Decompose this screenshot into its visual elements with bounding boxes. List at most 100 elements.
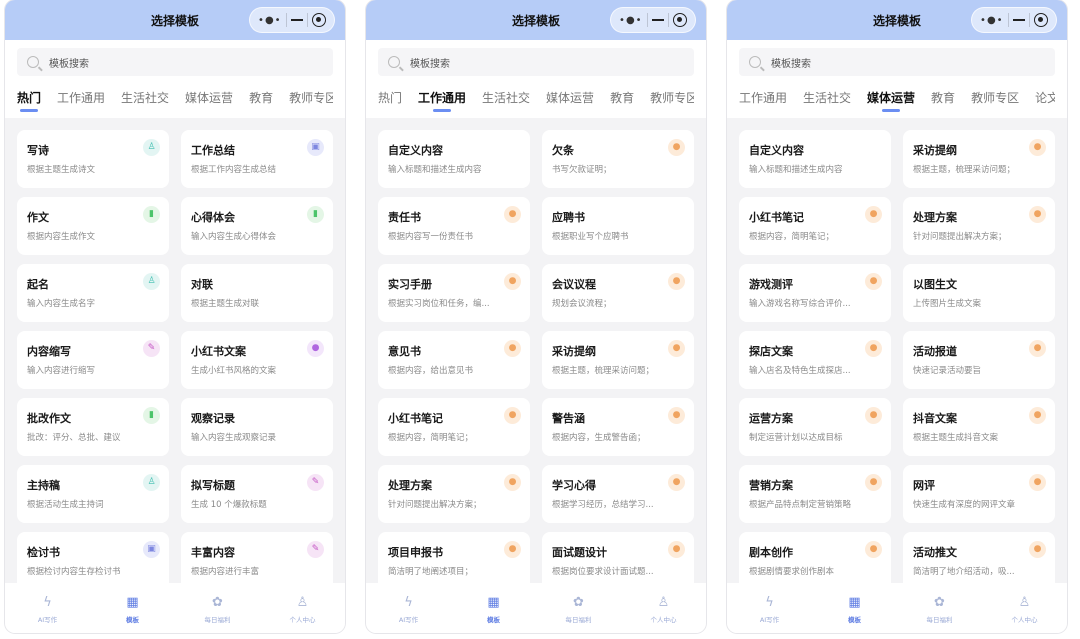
nav-item[interactable]: ✿ 每日福利 [549,595,609,624]
template-card[interactable]: 活动报道 快速记录活动要旨 ● [903,331,1055,389]
grid-icon: ▦ [487,594,500,610]
template-card[interactable]: 丰富内容 根据内容进行丰富 ✎ [181,532,333,590]
template-title: 观察记录 [191,412,235,425]
nav-item[interactable]: ♙ 个人中心 [273,595,333,624]
search-input[interactable]: 模板搜索 [378,48,694,76]
close-icon[interactable] [672,13,687,27]
template-card[interactable]: 警告涵 根据内容，生成警告函； ● [542,398,694,456]
user-icon: ● [504,541,521,558]
template-title: 活动推文 [913,546,957,559]
search-input[interactable]: 模板搜索 [17,48,333,76]
template-card[interactable]: 欠条 书写欠款证明； ● [542,130,694,188]
template-description: 根据主题生成对联 [191,299,260,309]
template-title: 实习手册 [388,278,432,291]
template-card[interactable]: 会议议程 规划会议流程； ● [542,264,694,322]
tab-category[interactable]: 媒体运营 [867,89,915,106]
tab-category[interactable]: 教师专区 [971,89,1019,106]
more-icon[interactable]: •●• [258,15,282,26]
template-card[interactable]: 意见书 根据内容，给出意见书 ● [378,331,530,389]
template-card[interactable]: 责任书 根据内容写一份责任书 ● [378,197,530,255]
template-card[interactable]: 网评 快速生成有深度的网评文章 ● [903,465,1055,523]
template-title: 小红书笔记 [749,211,804,224]
template-card[interactable]: 检讨书 根据检讨内容生存检讨书 ▣ [17,532,169,590]
template-card[interactable]: 批改作文 批改：评分、总批、建议 ▮ [17,398,169,456]
nav-item[interactable]: ✿ 每日福利 [188,595,248,624]
nav-item[interactable]: ϟ AI写作 [379,595,439,624]
template-card[interactable]: 作文 根据内容生成作文 ▮ [17,197,169,255]
template-title: 处理方案 [388,479,432,492]
bottom-navigation: ϟ AI写作 ▦ 模板 ✿ 每日福利 ♙ 个人中心 [366,583,706,633]
template-card[interactable]: 拟写标题 生成 10 个爆款标题 ✎ [181,465,333,523]
tab-category[interactable]: 媒体运营 [185,89,233,106]
nav-item[interactable]: ϟ AI写作 [18,595,78,624]
template-card[interactable]: 小红书笔记 根据内容，简明笔记； ● [739,197,891,255]
nav-item[interactable]: ϟ AI写作 [740,595,800,624]
search-icon [27,56,39,68]
tab-category[interactable]: 生活社交 [803,89,851,106]
minimize-icon[interactable] [651,19,664,21]
template-card[interactable]: 剧本创作 根据剧情要求创作剧本 ● [739,532,891,590]
user-icon: ● [1029,474,1046,491]
nav-item[interactable]: ▦ 模板 [464,595,524,624]
more-icon[interactable]: •●• [980,15,1004,26]
tab-category[interactable]: 生活社交 [121,89,169,106]
search-placeholder: 模板搜索 [410,58,450,70]
template-description: 根据内容，生成警告函； [552,433,646,443]
more-icon[interactable]: •●• [619,15,643,26]
template-card[interactable]: 实习手册 根据实习岗位和任务，编... ● [378,264,530,322]
minimize-icon[interactable] [1012,19,1025,21]
template-card[interactable]: 观察记录 输入内容生成观察记录 [181,398,333,456]
phone-screen-hot: 选择模板 •●• 模板搜索 热门 工作通用 生活社交 媒体运营 教育 教师专区 写诗 根据主题生成诗… [5,0,345,633]
tab-category[interactable]: 热门 [17,89,41,106]
tab-category[interactable]: 生活社交 [482,89,530,106]
template-card[interactable]: 对联 根据主题生成对联 [181,264,333,322]
nav-item[interactable]: ▦ 模板 [103,595,163,624]
template-title: 检讨书 [27,546,60,559]
tab-category[interactable]: 工作通用 [418,89,466,106]
template-card[interactable]: 运营方案 制定运营计划以达成目标 ● [739,398,891,456]
close-icon[interactable] [1033,13,1048,27]
template-card[interactable]: 采访提纲 根据主题，梳理采访问题； ● [903,130,1055,188]
template-card[interactable]: 营销方案 根据产品特点制定营销策略 ● [739,465,891,523]
template-card[interactable]: 抖音文案 根据主题生成抖音文案 ● [903,398,1055,456]
tab-category[interactable]: 教师专区 [650,89,694,106]
template-card[interactable]: 应聘书 根据职业写个应聘书 [542,197,694,255]
template-card[interactable]: 起名 输入内容生成名字 ♙ [17,264,169,322]
template-description: 规划会议流程； [552,299,612,309]
tab-category[interactable]: 教师专区 [289,89,333,106]
nav-item[interactable]: ♙ 个人中心 [634,595,694,624]
nav-item[interactable]: ✿ 每日福利 [910,595,970,624]
template-card[interactable]: 处理方案 针对问题提出解决方案； ● [378,465,530,523]
minimize-icon[interactable] [290,19,303,21]
search-input[interactable]: 模板搜索 [739,48,1055,76]
template-card[interactable]: 主持稿 根据活动生成主持词 ♙ [17,465,169,523]
template-card[interactable]: 项目申报书 简洁明了地阐述项目； ● [378,532,530,590]
tab-category[interactable]: 工作通用 [57,89,105,106]
tab-category[interactable]: 热门 [378,89,402,106]
tab-category[interactable]: 教育 [249,89,273,106]
tab-category[interactable]: 教育 [610,89,634,106]
tab-category[interactable]: 媒体运营 [546,89,594,106]
template-card[interactable]: 面试题设计 根据岗位要求设计面试题... ● [542,532,694,590]
tab-category[interactable]: 论文 [1035,89,1055,106]
nav-item[interactable]: ▦ 模板 [825,595,885,624]
template-card[interactable]: 学习心得 根据学习经历，总结学习... ● [542,465,694,523]
template-card[interactable]: 自定义内容 输入标题和描述生成内容 [378,130,530,188]
tab-category[interactable]: 教育 [931,89,955,106]
template-card[interactable]: 自定义内容 输入标题和描述生成内容 [739,130,891,188]
close-icon[interactable] [311,13,326,27]
template-card[interactable]: 以图生文 上传图片生成文案 [903,264,1055,322]
template-card[interactable]: 心得体会 输入内容生成心得体会 ▮ [181,197,333,255]
template-card[interactable]: 小红书文案 生成小红书风格的文案 ● [181,331,333,389]
template-card[interactable]: 游戏测评 输入游戏名称写综合评价... ● [739,264,891,322]
template-card[interactable]: 工作总结 根据工作内容生成总结 ▣ [181,130,333,188]
template-card[interactable]: 小红书笔记 根据内容，简明笔记； ● [378,398,530,456]
template-card[interactable]: 内容缩写 输入内容进行缩写 ✎ [17,331,169,389]
template-card[interactable]: 处理方案 针对问题提出解决方案； ● [903,197,1055,255]
tab-category[interactable]: 工作通用 [739,89,787,106]
template-card[interactable]: 采访提纲 根据主题，梳理采访问题； ● [542,331,694,389]
template-card[interactable]: 写诗 根据主题生成诗文 ♙ [17,130,169,188]
template-card[interactable]: 探店文案 输入店名及特色生成探店... ● [739,331,891,389]
template-card[interactable]: 活动推文 简洁明了地介绍活动，吸... ● [903,532,1055,590]
nav-item[interactable]: ♙ 个人中心 [995,595,1055,624]
